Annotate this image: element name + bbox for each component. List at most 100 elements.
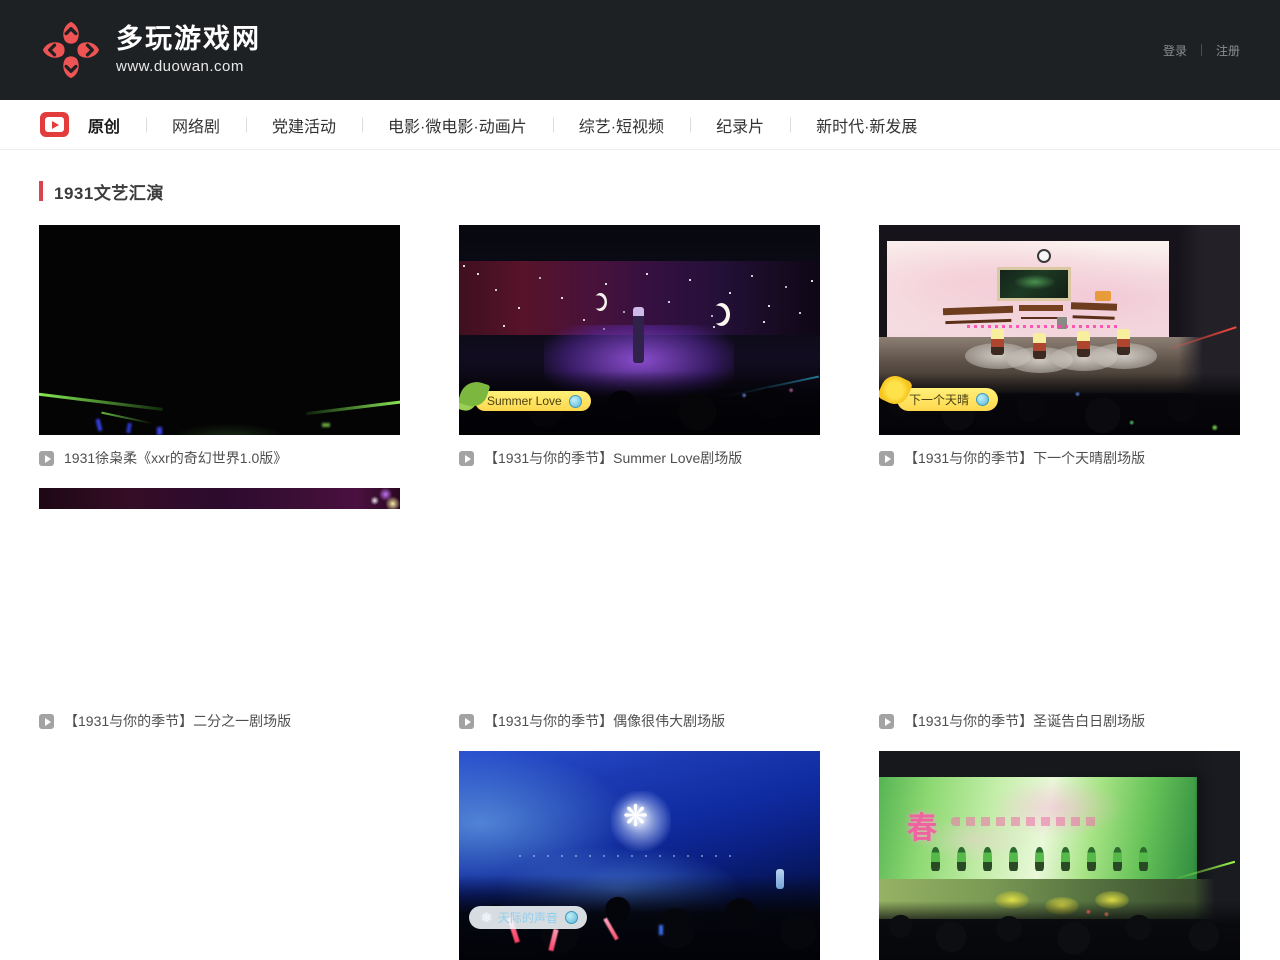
nav-item-party-activities[interactable]: 党建活动 [246, 113, 362, 137]
nav-item-variety-shorts[interactable]: 综艺·短视频 [553, 113, 690, 137]
video-caption: 【1931与你的季节】下一个天晴剧场版 [879, 448, 1240, 468]
star-field [463, 265, 465, 267]
video-caption: 【1931与你的季节】二分之一剧场版 [39, 711, 400, 731]
video-card: 【1931与你的季节】偶像很伟大剧场版 [459, 488, 820, 731]
nav-item-documentary[interactable]: 纪录片 [690, 113, 790, 137]
video-title[interactable]: 【1931与你的季节】二分之一剧场版 [64, 711, 291, 731]
video-card: 春 [879, 751, 1240, 960]
laser-beam [39, 392, 163, 411]
stage-edge-lights [519, 855, 739, 857]
performer-on-chair [1033, 333, 1046, 359]
orange-chair [1095, 291, 1111, 301]
play-icon [39, 714, 54, 729]
school-desk [1019, 305, 1063, 311]
video-thumbnail-blank[interactable] [459, 488, 820, 698]
video-card: 【1931与你的季节】圣诞告白日剧场版 [879, 488, 1240, 731]
dancer-silhouette [1009, 847, 1018, 871]
video-card-empty [39, 751, 400, 960]
site-name: 多玩游戏网 [116, 25, 261, 55]
spotlight [1091, 343, 1157, 369]
wall-clock [1037, 249, 1051, 263]
video-channel-icon [40, 112, 69, 137]
video-title[interactable]: 【1931与你的季节】下一个天晴剧场版 [904, 448, 1145, 468]
section-accent-bar [39, 181, 43, 201]
glow-stick [659, 925, 663, 935]
dancer-silhouette [1061, 847, 1070, 871]
gamepad-logo-icon [40, 19, 102, 81]
video-thumbnail-blank[interactable] [879, 488, 1240, 698]
nav-item-movies[interactable]: 电影·微电影·动画片 [362, 113, 553, 137]
performer-on-chair [1117, 329, 1130, 355]
site-logo[interactable]: 多玩游戏网 www.duowan.com [40, 19, 261, 81]
nav-item-webseries[interactable]: 网络剧 [146, 113, 246, 137]
performer-on-chair [1077, 331, 1090, 357]
register-link[interactable]: 注册 [1216, 42, 1240, 59]
audience-silhouettes [879, 901, 1240, 960]
dancer-silhouette [1035, 847, 1044, 871]
dancer-silhouette [1087, 847, 1096, 871]
play-icon [459, 451, 474, 466]
play-icon [879, 451, 894, 466]
video-card: ❋ ❄ 天际的声音 [459, 751, 820, 960]
nav-item-original[interactable]: 原创 [88, 113, 146, 137]
performer-silhouette [633, 307, 644, 363]
led-light-strip [967, 325, 1117, 328]
login-link[interactable]: 登录 [1163, 42, 1187, 59]
video-card: 【1931与你的季节】二分之一剧场版 [39, 488, 400, 731]
play-icon [39, 451, 54, 466]
snowflake-icon: ❋ [623, 799, 648, 834]
video-badge: 下一个天晴 [897, 388, 998, 411]
glow-stick [157, 427, 162, 435]
badge-text: Summer Love [487, 394, 562, 408]
mascot-icon [976, 393, 989, 406]
video-card: 下一个天晴 【1931与你的季节】下一个天晴剧场版 [879, 225, 1240, 468]
video-thumbnail-summer-love[interactable]: Summer Love [459, 225, 820, 435]
mascot-icon [569, 395, 582, 408]
glow-stick [776, 869, 784, 889]
partially-loaded-image-strip [39, 488, 400, 509]
video-title[interactable]: 【1931与你的季节】Summer Love剧场版 [484, 448, 742, 468]
video-thumbnail-classroom-stage[interactable]: 下一个天晴 [879, 225, 1240, 435]
glow-stick [96, 419, 103, 432]
section-header: 1931文艺汇演 [39, 180, 1240, 202]
dancer-silhouette [983, 847, 992, 871]
play-icon [459, 714, 474, 729]
video-thumbnail-dark-concert[interactable] [39, 225, 400, 435]
video-thumbnail-sky-voice[interactable]: ❋ ❄ 天际的声音 [459, 751, 820, 960]
video-badge: ❄ 天际的声音 [469, 906, 587, 929]
nav-item-new-era[interactable]: 新时代·新发展 [790, 113, 943, 137]
blurred-screen-subtitle [951, 817, 1101, 826]
main-nav: 原创 网络剧 党建活动 电影·微电影·动画片 综艺·短视频 纪录片 新时代·新发… [0, 100, 1280, 150]
video-title[interactable]: 【1931与你的季节】偶像很伟大剧场版 [484, 711, 725, 731]
performer-on-chair [991, 329, 1004, 355]
snowflake-decor-icon: ❄ [481, 910, 492, 926]
video-title[interactable]: 1931徐枭柔《xxr的奇幻世界1.0版》 [64, 448, 287, 468]
glow-stick [322, 423, 330, 427]
dancer-silhouette [957, 847, 966, 871]
main-content: 1931文艺汇演 1931徐枭柔《xxr的奇幻世界1.0版》 [0, 150, 1280, 960]
video-grid: 1931徐枭柔《xxr的奇幻世界1.0版》 Summer Love [39, 225, 1240, 960]
laser-beam [306, 400, 400, 415]
video-card: Summer Love 【1931与你的季节】Summer Love剧场版 [459, 225, 820, 468]
site-url: www.duowan.com [116, 58, 261, 75]
dancer-silhouette [1139, 847, 1148, 871]
video-title[interactable]: 【1931与你的季节】圣诞告白日剧场版 [904, 711, 1145, 731]
video-caption: 【1931与你的季节】偶像很伟大剧场版 [459, 711, 820, 731]
badge-text: 天际的声音 [498, 909, 558, 926]
auth-links: 登录 注册 [1163, 42, 1240, 59]
video-caption: 1931徐枭柔《xxr的奇幻世界1.0版》 [39, 448, 400, 468]
stage-glow [169, 423, 289, 435]
glow-stick [126, 423, 132, 434]
video-thumbnail-partial[interactable] [39, 488, 400, 698]
crescent-moon [594, 293, 607, 311]
video-badge: Summer Love [475, 391, 591, 411]
video-thumbnail-spring-dance[interactable]: 春 [879, 751, 1240, 960]
site-header: 多玩游戏网 www.duowan.com 登录 注册 [0, 0, 1280, 100]
dancer-group [931, 847, 1171, 871]
play-icon [879, 714, 894, 729]
dancer-silhouette [1113, 847, 1122, 871]
dancer-silhouette [931, 847, 940, 871]
badge-text: 下一个天晴 [909, 391, 969, 408]
stage-screen-text: 春 [907, 803, 937, 847]
auth-divider [1201, 44, 1202, 56]
